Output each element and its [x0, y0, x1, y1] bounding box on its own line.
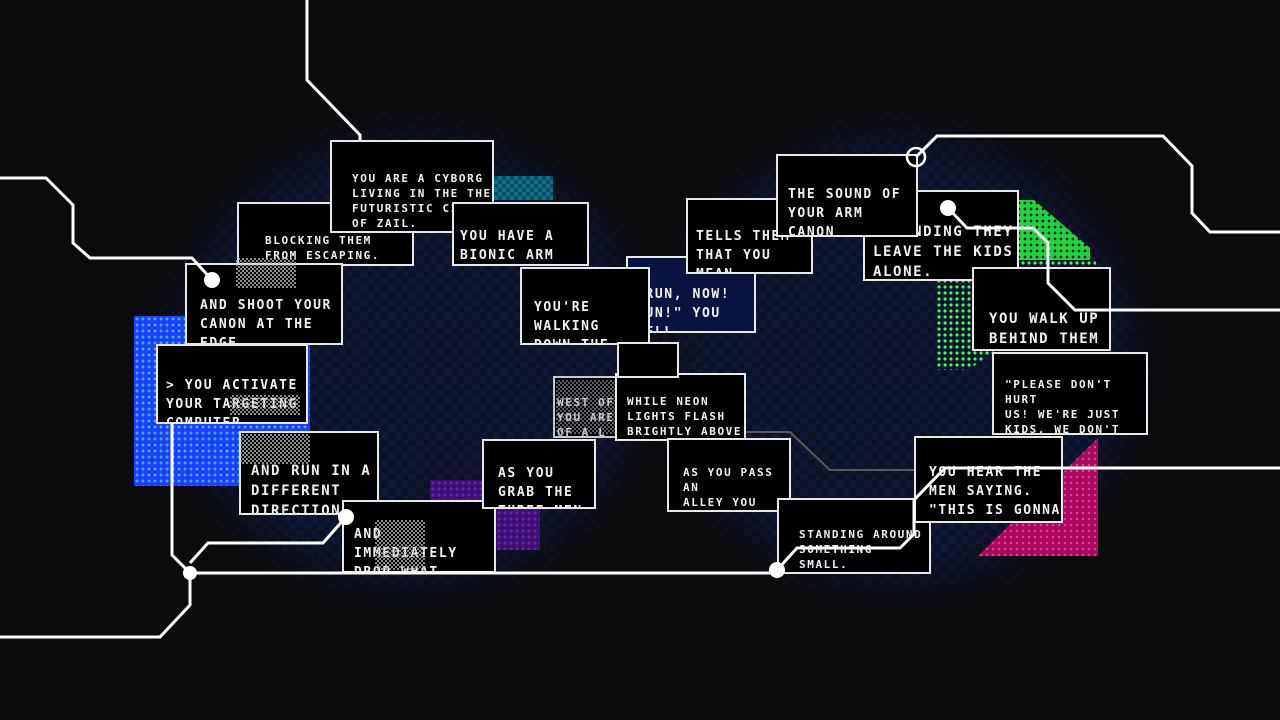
passage-standing[interactable]: Standing around something small.: [777, 498, 931, 574]
passage-sound-canon[interactable]: The sound of your arm canon charging: [776, 154, 918, 237]
passage-text: The sound of your arm canon charging: [788, 187, 902, 237]
passage-grab[interactable]: As you grab the three men.: [482, 439, 596, 509]
glitch-noise: [240, 434, 310, 464]
wire-junction-node: [183, 566, 197, 580]
passage-text: "Please don't hurt us! We're just kids. …: [1005, 378, 1121, 435]
passage-hear-men[interactable]: You hear the men saying. "This is gonna …: [914, 436, 1063, 523]
glitch-noise: [230, 395, 300, 415]
glitch-noise: [375, 520, 425, 570]
cyan-dither-panel: [494, 176, 553, 200]
passage-text: "Run, now! Run!" you tell the kids: [636, 287, 731, 333]
passage-bionic[interactable]: You have a bionic arm and a holoband.: [452, 202, 589, 266]
passage-pass-alley[interactable]: As you pass an alley you see three men: [667, 438, 791, 512]
story-map-canvas: Blocking them from escaping. You are a c…: [0, 0, 1280, 720]
passage-text: As you pass an alley you see three men: [683, 466, 774, 509]
passage-text: And shoot your canon at the edge of the …: [200, 298, 332, 345]
passage-text: While neon lights flash brightly above y…: [627, 395, 743, 438]
passage-neon[interactable]: While neon lights flash brightly above y…: [615, 373, 746, 441]
passage-text: Standing around something small.: [799, 528, 923, 571]
passage-text: You hear the men saying. "This is gonna …: [929, 465, 1061, 518]
passage-please[interactable]: "Please don't hurt us! We're just kids. …: [992, 352, 1148, 435]
passage-text: As you grab the three men.: [498, 466, 591, 507]
passage-walk-up[interactable]: You walk up behind them: [972, 267, 1111, 351]
passage-ellipsis[interactable]: [617, 342, 679, 378]
glitch-noise: [556, 380, 616, 434]
passage-walking[interactable]: You're walking down the dark city street…: [520, 267, 650, 345]
passage-text: You walk up behind them: [989, 311, 1100, 347]
passage-text: You have a bionic arm and a holoband.: [460, 229, 555, 263]
passage-text: You're walking down the dark city street…: [534, 300, 608, 343]
glitch-noise: [236, 258, 296, 288]
